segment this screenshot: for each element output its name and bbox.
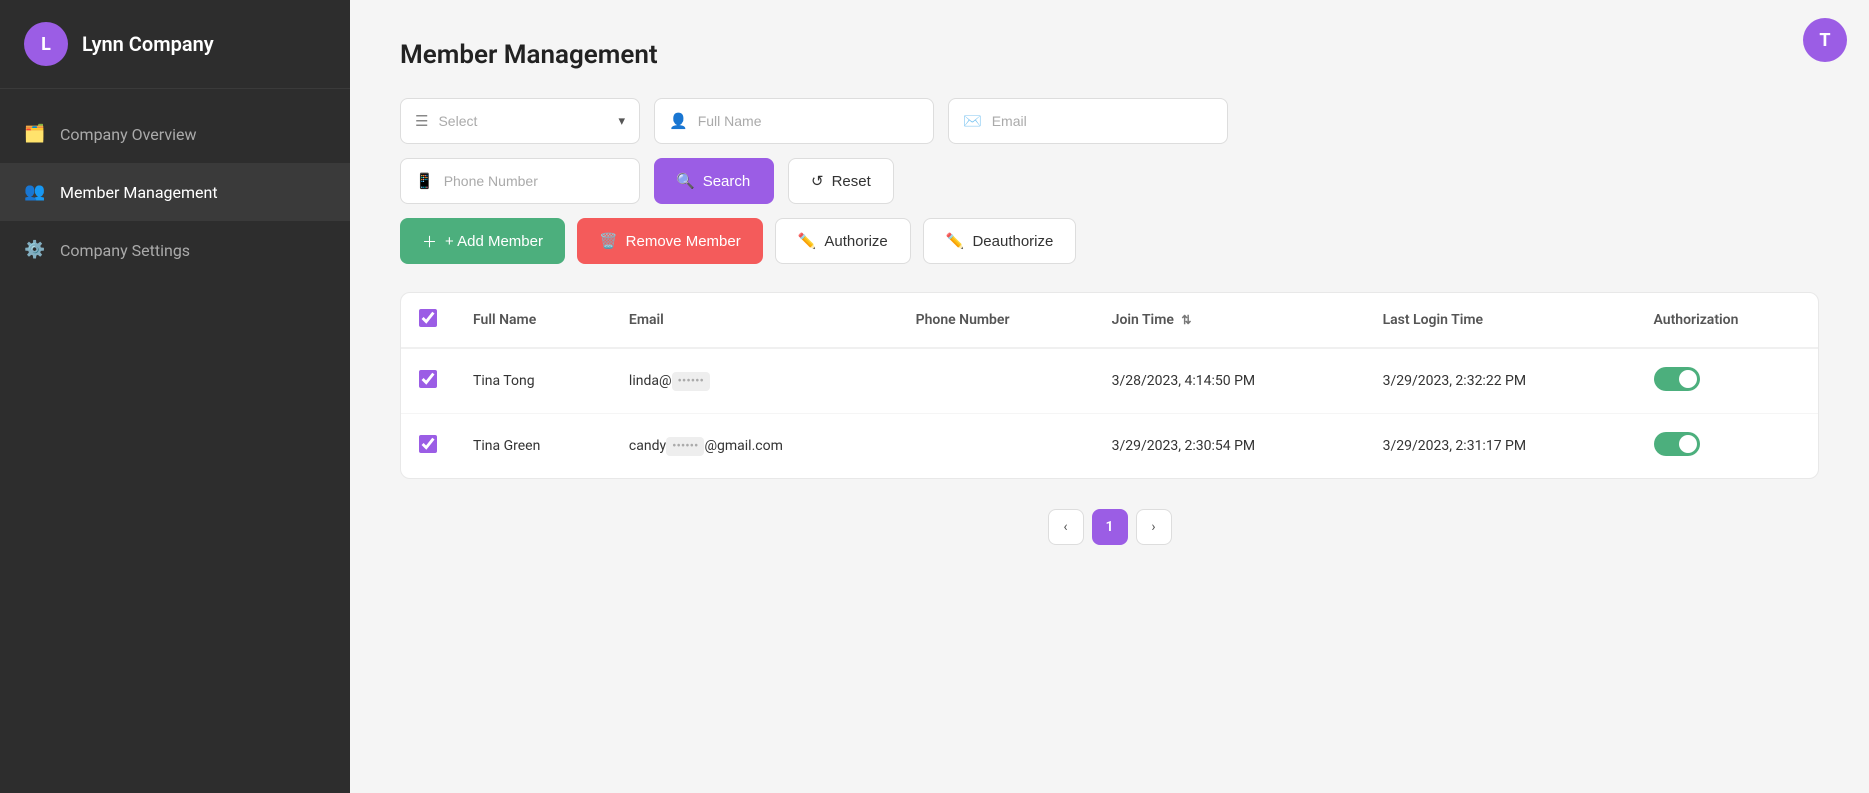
deauthorize-label: Deauthorize	[972, 233, 1053, 250]
select-all-checkbox[interactable]	[419, 309, 437, 327]
cell-authorization	[1636, 414, 1818, 479]
table-row: Tina Tong linda@•••••• 3/28/2023, 4:14:5…	[401, 348, 1818, 414]
cell-jointime: 3/29/2023, 2:30:54 PM	[1094, 414, 1365, 479]
page-title: Member Management	[400, 40, 1819, 70]
phone-input[interactable]	[444, 173, 625, 189]
row-checkbox-cell	[401, 348, 455, 414]
row-checkbox-cell	[401, 414, 455, 479]
top-right-avatar[interactable]: T	[1803, 18, 1847, 62]
deauthorize-button[interactable]: ✏️ Deauthorize	[923, 218, 1077, 264]
cell-lastlogin: 3/29/2023, 2:32:22 PM	[1365, 348, 1636, 414]
sidebar: L Lynn Company 🗂️ Company Overview 👥 Mem…	[0, 0, 350, 793]
authorize-label: Authorize	[824, 233, 887, 250]
cell-email: candy••••••@gmail.com	[611, 414, 898, 479]
company-name: Lynn Company	[82, 32, 214, 56]
search-button[interactable]: 🔍 Search	[654, 158, 774, 204]
select-icon: ☰	[415, 112, 428, 130]
members-table-container: Full Name Email Phone Number Join Time ⇅…	[400, 292, 1819, 479]
person-icon: 👤	[669, 112, 688, 130]
cell-jointime: 3/28/2023, 4:14:50 PM	[1094, 348, 1365, 414]
row-checkbox[interactable]	[419, 370, 437, 388]
prev-icon: ‹	[1063, 519, 1067, 535]
col-fullname: Full Name	[455, 293, 611, 348]
page-1-label: 1	[1106, 519, 1114, 535]
header-checkbox-cell	[401, 293, 455, 348]
reset-icon: ↺	[811, 172, 824, 190]
company-overview-icon: 🗂️	[24, 123, 46, 145]
sidebar-nav: 🗂️ Company Overview 👥 Member Management …	[0, 89, 350, 295]
pagination: ‹ 1 ›	[400, 479, 1819, 555]
sidebar-item-label: Company Settings	[60, 241, 190, 260]
phone-input-wrapper: 📱	[400, 158, 640, 204]
reset-button[interactable]: ↺ Reset	[788, 158, 894, 204]
filter-row-1: ☰ Select ▾ 👤 ✉️	[400, 98, 1819, 144]
cell-email: linda@••••••	[611, 348, 898, 414]
member-management-icon: 👥	[24, 181, 46, 203]
members-table: Full Name Email Phone Number Join Time ⇅…	[401, 293, 1818, 478]
authorization-toggle[interactable]	[1654, 432, 1700, 456]
cell-lastlogin: 3/29/2023, 2:31:17 PM	[1365, 414, 1636, 479]
sidebar-item-company-overview[interactable]: 🗂️ Company Overview	[0, 105, 350, 163]
remove-member-button[interactable]: 🗑️ Remove Member	[577, 218, 763, 264]
company-avatar: L	[24, 22, 68, 66]
cell-fullname: Tina Green	[455, 414, 611, 479]
sidebar-item-label: Company Overview	[60, 125, 196, 144]
fullname-input-wrapper: 👤	[654, 98, 934, 144]
col-authorization: Authorization	[1636, 293, 1818, 348]
table-row: Tina Green candy••••••@gmail.com 3/29/20…	[401, 414, 1818, 479]
sidebar-item-member-management[interactable]: 👥 Member Management	[0, 163, 350, 221]
email-input[interactable]	[992, 113, 1213, 129]
cell-fullname: Tina Tong	[455, 348, 611, 414]
add-member-label: + Add Member	[445, 233, 543, 250]
phone-icon: 📱	[415, 172, 434, 190]
sort-icon: ⇅	[1181, 313, 1191, 327]
trash-icon: 🗑️	[599, 232, 618, 250]
next-icon: ›	[1151, 519, 1155, 535]
authorize-button[interactable]: ✏️ Authorize	[775, 218, 911, 264]
page-1-button[interactable]: 1	[1092, 509, 1128, 545]
fullname-input[interactable]	[698, 113, 919, 129]
sidebar-header: L Lynn Company	[0, 0, 350, 89]
remove-member-label: Remove Member	[626, 233, 741, 250]
deauthorize-icon: ✏️	[946, 232, 965, 250]
chevron-down-icon: ▾	[618, 114, 625, 129]
authorize-icon: ✏️	[798, 232, 817, 250]
cell-phone	[898, 348, 1094, 414]
search-icon: 🔍	[676, 172, 695, 190]
cell-phone	[898, 414, 1094, 479]
role-select-wrapper[interactable]: ☰ Select ▾	[400, 98, 640, 144]
row-checkbox[interactable]	[419, 435, 437, 453]
authorization-toggle[interactable]	[1654, 367, 1700, 391]
search-label: Search	[703, 173, 751, 190]
main-content: Member Management ☰ Select ▾ 👤 ✉️ 📱 🔍 Se…	[350, 0, 1869, 793]
cell-authorization	[1636, 348, 1818, 414]
col-lastlogin: Last Login Time	[1365, 293, 1636, 348]
next-page-button[interactable]: ›	[1136, 509, 1172, 545]
col-email: Email	[611, 293, 898, 348]
email-icon: ✉️	[963, 112, 982, 130]
add-icon: ＋	[422, 231, 437, 252]
role-select[interactable]: Select	[438, 113, 608, 129]
table-header-row: Full Name Email Phone Number Join Time ⇅…	[401, 293, 1818, 348]
filter-row-2: 📱 🔍 Search ↺ Reset	[400, 158, 1819, 204]
email-input-wrapper: ✉️	[948, 98, 1228, 144]
action-buttons-row: ＋ + Add Member 🗑️ Remove Member ✏️ Autho…	[400, 218, 1819, 264]
company-settings-icon: ⚙️	[24, 239, 46, 261]
col-phone: Phone Number	[898, 293, 1094, 348]
sidebar-item-label: Member Management	[60, 183, 218, 202]
reset-label: Reset	[832, 173, 871, 190]
sidebar-item-company-settings[interactable]: ⚙️ Company Settings	[0, 221, 350, 279]
add-member-button[interactable]: ＋ + Add Member	[400, 218, 565, 264]
top-avatar-initial: T	[1819, 30, 1830, 51]
prev-page-button[interactable]: ‹	[1048, 509, 1084, 545]
col-jointime[interactable]: Join Time ⇅	[1094, 293, 1365, 348]
